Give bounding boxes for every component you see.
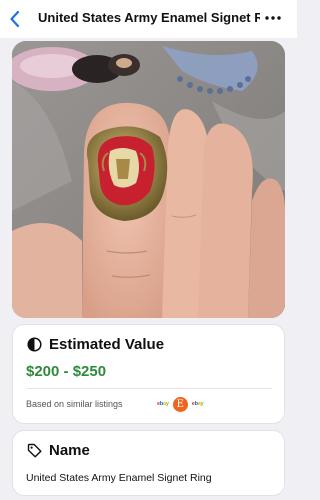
top-bar: United States Army Enamel Signet Ring (0, 0, 297, 38)
estimated-value-header: Estimated Value (26, 336, 164, 353)
half-circle-icon (26, 336, 43, 353)
back-button[interactable] (4, 7, 26, 31)
ring-photo-image (12, 41, 285, 318)
item-photo[interactable] (12, 41, 285, 318)
estimated-value-card: Estimated Value $200 - $250 Based on sim… (12, 324, 285, 424)
tag-icon (26, 442, 43, 459)
item-name: United States Army Enamel Signet Ring (26, 472, 212, 484)
based-on-label: Based on similar listings (26, 399, 123, 409)
chevron-left-icon (10, 10, 20, 28)
name-heading: Name (49, 442, 90, 459)
name-header: Name (26, 442, 90, 459)
ebay-logo: ebay (191, 401, 204, 407)
divider (26, 388, 272, 389)
ellipsis-icon (265, 16, 281, 20)
more-options-button[interactable] (263, 9, 283, 27)
estimated-value-heading: Estimated Value (49, 336, 165, 353)
ebay-logo: ebay (157, 401, 169, 407)
page-title: United States Army Enamel Signet Ring (38, 10, 260, 25)
listing-sources[interactable]: ebay E ebay (157, 395, 208, 413)
price-range: $200 - $250 (26, 363, 107, 380)
etsy-logo: E (172, 396, 188, 412)
name-card: Name United States Army Enamel Signet Ri… (12, 430, 285, 496)
